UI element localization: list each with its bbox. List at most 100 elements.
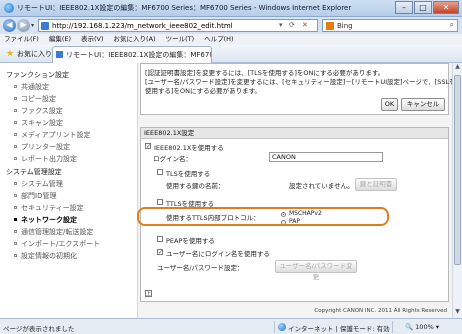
bullet-icon (14, 85, 17, 88)
window-controls: – □ ✕ (394, 1, 459, 15)
bullet-icon (14, 109, 17, 112)
panel-title: IEEE802.1X設定 (141, 128, 448, 139)
bullet-icon (14, 157, 17, 160)
internet-zone-icon (278, 323, 286, 331)
window-title: リモートUI：IEEE802.1X設定の編集：MF6700 Series：MF6… (17, 4, 352, 12)
bullet-icon (14, 97, 17, 100)
search-icon[interactable]: ⌕ (450, 20, 454, 30)
minimize-button[interactable]: – (395, 1, 413, 14)
favorites-button[interactable]: ★ お気に入り (3, 47, 57, 61)
history-dropdown-icon[interactable]: ▾ (31, 22, 34, 29)
stop-icon[interactable]: ✕ (302, 21, 308, 29)
sidebar-heading-system: システム管理設定 (6, 168, 62, 176)
sidebar-item-scan[interactable]: スキャン設定 (14, 118, 63, 128)
zoom-level[interactable]: 🔍 100% ▾ (405, 323, 439, 331)
peap-label: PEAPを使用する (166, 237, 215, 245)
search-provider-label: Bing (337, 22, 353, 30)
vertical-scrollbar[interactable]: ▲ ▼ (452, 63, 462, 318)
sidebar-item-system-manager[interactable]: システム管理 (14, 179, 63, 189)
bullet-icon (14, 145, 17, 148)
navigation-bar: ◀ ▶ ▾ http://192.168.1.223/m_network_iee… (0, 17, 462, 34)
address-url[interactable]: http://192.168.1.223/m_network_ieee802_e… (52, 22, 233, 30)
sidebar-item-tx-rx[interactable]: 通信管理設定/転送設定 (14, 227, 93, 237)
key-name-value: 設定されていません。 (289, 182, 354, 190)
scroll-down-icon[interactable]: ▼ (453, 308, 462, 318)
copyright: Copyright CANON INC. 2011 All Rights Res… (314, 308, 447, 314)
bullet-icon (14, 242, 17, 245)
tls-label: TLSを使用する (166, 170, 211, 178)
bullet-icon (14, 206, 17, 209)
sidebar-item-initialize[interactable]: 設定情報の初期化 (14, 251, 77, 261)
browser-tab[interactable]: リモートUI：IEEE802.1X設定の編集：MF670... (52, 46, 212, 63)
close-window-button[interactable]: ✕ (433, 1, 459, 14)
cancel-button[interactable]: キャンセル (401, 98, 445, 111)
bing-icon (326, 22, 334, 30)
bullet-icon (14, 121, 17, 124)
ie-logo-icon (4, 3, 14, 13)
peap-checkbox[interactable] (157, 236, 163, 242)
page-viewport: ファンクション設定 共通設定 コピー設定 ファクス設定 スキャン設定 メディアプ… (0, 63, 452, 318)
favorites-bar: ★ お気に入り リモートUI：IEEE802.1X設定の編集：MF670... (0, 45, 462, 63)
bullet-icon (14, 218, 17, 221)
sidebar-item-printer[interactable]: プリンター設定 (14, 142, 70, 152)
tab-title: リモートUI：IEEE802.1X設定の編集：MF670... (66, 51, 212, 59)
sidebar-item-media-print[interactable]: メディアプリント設定 (14, 130, 91, 140)
menu-view[interactable]: 表示(V) (81, 34, 104, 45)
status-bar: ページが表示されました インターネット | 保護モード: 有効 🔍 100% ▾ (0, 318, 462, 334)
sidebar-item-report[interactable]: レポート出力設定 (14, 154, 77, 164)
back-button[interactable]: ◀ (3, 19, 16, 32)
use-login-as-username-checkbox[interactable]: ✓ (157, 249, 163, 256)
favorites-label: お気に入り (17, 50, 52, 58)
login-name-label: ログイン名： (153, 155, 192, 163)
bullet-icon (14, 182, 17, 185)
menu-help[interactable]: ヘルプ(H) (204, 34, 233, 45)
forward-button[interactable]: ▶ (17, 19, 30, 32)
address-dropdown-icon[interactable]: ▾ (279, 21, 283, 29)
bullet-icon (14, 133, 17, 136)
sidebar-item-common[interactable]: 共通設定 (14, 82, 49, 92)
login-name-input[interactable]: CANON (269, 152, 383, 162)
maximize-button[interactable]: □ (414, 1, 432, 14)
bullet-icon (14, 194, 17, 197)
use-login-as-username-label: ユーザー名にログイン名を使用する (166, 250, 270, 258)
sidebar-item-network[interactable]: ネットワーク設定 (14, 215, 77, 225)
user-password-label: ユーザー名/パスワード設定： (157, 264, 244, 272)
status-divider (392, 321, 393, 333)
status-text: ページが表示されました (3, 325, 75, 333)
tls-checkbox[interactable] (157, 169, 163, 175)
scroll-up-icon[interactable]: ▲ (453, 63, 462, 73)
sidebar-item-fax[interactable]: ファクス設定 (14, 106, 63, 116)
bullet-icon (14, 230, 17, 233)
ok-button[interactable]: OK (381, 98, 398, 111)
sidebar-item-import-export[interactable]: インポート/エクスポート (14, 239, 100, 249)
main-content: [認証証明書設定]を変更するには、[TLSを使用する]をONにする必要があります… (137, 63, 452, 318)
menu-edit[interactable]: 編集(E) (49, 34, 71, 45)
use-ieee-checkbox[interactable]: ✓ (145, 143, 151, 150)
sidebar: ファンクション設定 共通設定 コピー設定 ファクス設定 スキャン設定 メディアプ… (0, 63, 137, 318)
address-bar[interactable]: http://192.168.1.223/m_network_ieee802_e… (38, 19, 318, 32)
login-name-highlight (137, 207, 389, 226)
page-top-icon[interactable]: 上 (145, 290, 152, 297)
bullet-icon (14, 254, 17, 257)
window-titlebar: リモートUI：IEEE802.1X設定の編集：MF6700 Series：MF6… (0, 0, 462, 17)
search-box[interactable]: Bing ⌕ (322, 19, 458, 32)
menu-tools[interactable]: ツール(T) (166, 34, 195, 45)
refresh-icon[interactable]: ⟳ (289, 21, 295, 29)
menu-bar: ファイル(F) 編集(E) 表示(V) お気に入り(A) ツール(T) ヘルプ(… (0, 34, 462, 45)
user-password-change-button[interactable]: ユーザー名/パスワード変更 (275, 260, 357, 281)
tab-page-icon (56, 51, 63, 58)
ttls-checkbox[interactable] (157, 199, 163, 205)
menu-file[interactable]: ファイル(F) (4, 34, 39, 45)
use-ieee-label: IEEE802.1Xを使用する (154, 144, 224, 152)
key-certificate-button[interactable]: 鍵と証明書 (355, 178, 397, 191)
message-line-3: 使用する]をONにする必要があります。 (145, 87, 261, 95)
sidebar-item-department-id[interactable]: 部門ID管理 (14, 191, 56, 201)
scroll-thumb[interactable] (454, 75, 461, 265)
page-icon (41, 22, 49, 30)
security-zone-text: インターネット | 保護モード: 有効 (288, 325, 390, 333)
message-box: [認証証明書設定]を変更するには、[TLSを使用する]をONにする必要があります… (140, 63, 452, 115)
menu-favorites[interactable]: お気に入り(A) (114, 34, 156, 45)
sidebar-heading-function: ファンクション設定 (6, 71, 69, 79)
sidebar-item-copy[interactable]: コピー設定 (14, 94, 56, 104)
sidebar-item-security[interactable]: セキュリティー設定 (14, 203, 84, 213)
